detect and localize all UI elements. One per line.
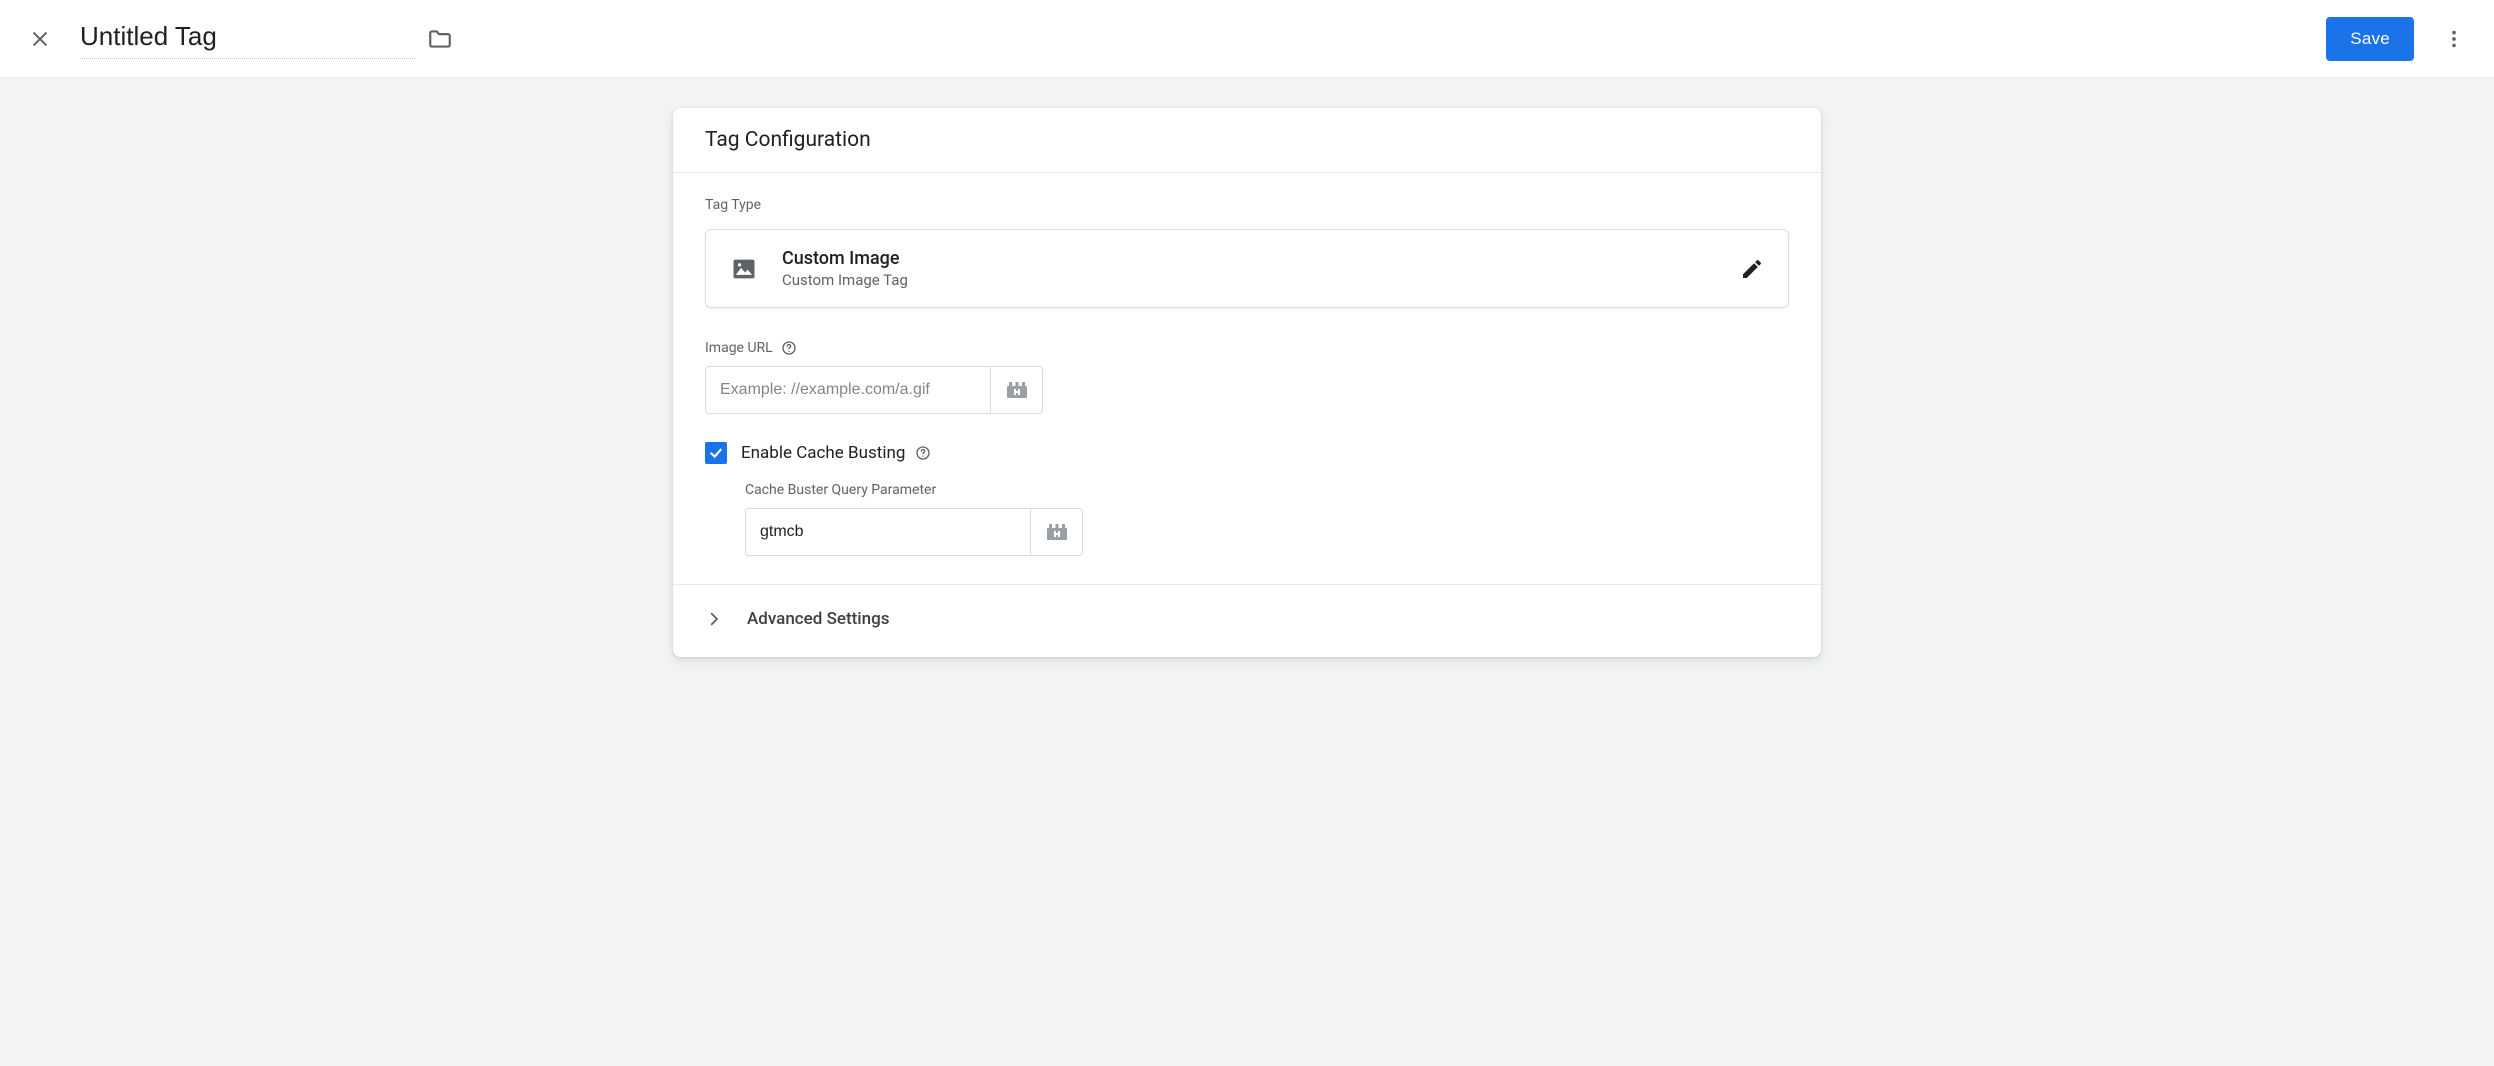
cache-buster-param-label: Cache Buster Query Parameter bbox=[745, 482, 1789, 498]
save-button[interactable]: Save bbox=[2326, 17, 2414, 61]
help-icon bbox=[781, 340, 797, 356]
dialog-header: Save bbox=[0, 0, 2494, 78]
cache-buster-param-row bbox=[745, 508, 1789, 556]
advanced-settings-label: Advanced Settings bbox=[747, 609, 889, 629]
tag-type-selector[interactable]: Custom Image Custom Image Tag bbox=[705, 229, 1789, 308]
cache-buster-variable-button[interactable] bbox=[1031, 508, 1083, 556]
help-icon bbox=[915, 445, 931, 461]
card-title: Tag Configuration bbox=[673, 108, 1821, 173]
cache-busting-checkbox[interactable] bbox=[705, 442, 727, 464]
pencil-icon bbox=[1740, 257, 1764, 281]
more-menu-button[interactable] bbox=[2434, 19, 2474, 59]
folder-button[interactable] bbox=[427, 26, 453, 52]
close-button[interactable] bbox=[20, 19, 60, 59]
image-url-help[interactable] bbox=[781, 340, 797, 356]
image-url-label: Image URL bbox=[705, 340, 1789, 356]
edit-tag-type-button[interactable] bbox=[1740, 257, 1764, 281]
chevron-right-icon bbox=[705, 610, 723, 628]
tag-type-subtitle: Custom Image Tag bbox=[782, 271, 1716, 289]
image-url-row bbox=[705, 366, 1789, 414]
cache-busting-help[interactable] bbox=[915, 445, 931, 461]
tag-configuration-card: Tag Configuration Tag Type Custom Image … bbox=[673, 108, 1821, 657]
more-vert-icon bbox=[2443, 28, 2465, 50]
tag-type-label: Tag Type bbox=[705, 197, 1789, 213]
cache-buster-param-input[interactable] bbox=[745, 508, 1031, 556]
close-icon bbox=[29, 28, 51, 50]
tag-name-input[interactable] bbox=[80, 19, 415, 59]
variable-icon bbox=[1044, 522, 1070, 542]
title-wrap bbox=[80, 19, 453, 59]
advanced-settings-toggle[interactable]: Advanced Settings bbox=[673, 585, 1821, 657]
image-url-input[interactable] bbox=[705, 366, 991, 414]
cache-buster-section: Cache Buster Query Parameter bbox=[745, 482, 1789, 584]
image-url-variable-button[interactable] bbox=[991, 366, 1043, 414]
tag-type-title: Custom Image bbox=[782, 248, 1716, 269]
cache-busting-label-text: Enable Cache Busting bbox=[741, 443, 905, 463]
cache-busting-label: Enable Cache Busting bbox=[741, 443, 931, 463]
tag-type-texts: Custom Image Custom Image Tag bbox=[782, 248, 1716, 289]
cache-busting-row: Enable Cache Busting bbox=[705, 442, 1789, 464]
variable-icon bbox=[1004, 380, 1030, 400]
image-icon bbox=[730, 255, 758, 283]
image-url-label-text: Image URL bbox=[705, 340, 773, 356]
check-icon bbox=[708, 445, 724, 461]
folder-icon bbox=[427, 26, 453, 52]
canvas: Tag Configuration Tag Type Custom Image … bbox=[0, 78, 2494, 697]
